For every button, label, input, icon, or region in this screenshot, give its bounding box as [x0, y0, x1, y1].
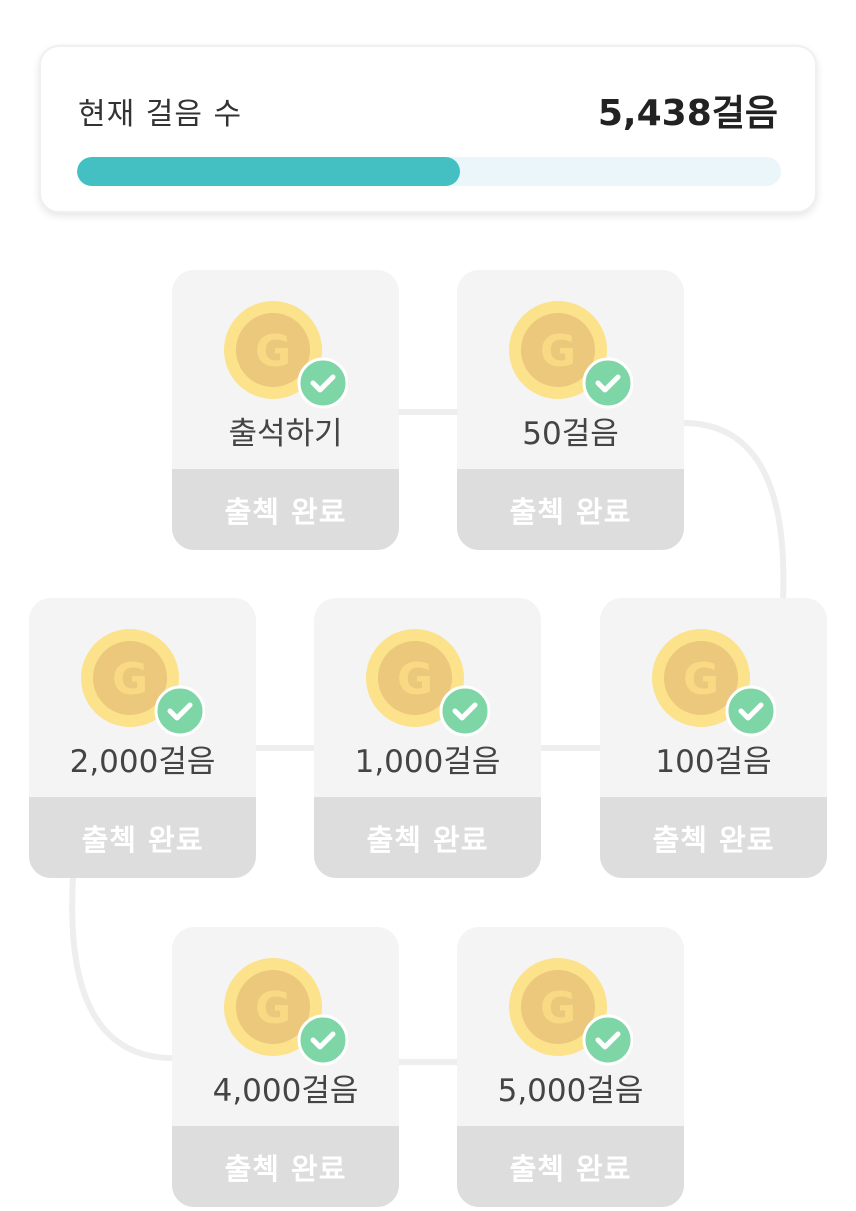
coin-g-icon: G [509, 301, 633, 409]
check-icon [297, 1014, 348, 1066]
reward-label: 5,000걸음 [497, 1073, 644, 1109]
reward-card-2000-steps[interactable]: G 2,000걸음 출첵 완료 [29, 598, 256, 878]
reward-status-button[interactable]: 출첵 완료 [457, 1126, 684, 1207]
reward-status-button[interactable]: 출첵 완료 [172, 1126, 399, 1207]
check-icon [439, 685, 490, 737]
reward-card-5000-steps[interactable]: G 5,000걸음 출첵 완료 [457, 927, 684, 1207]
reward-card-50-steps[interactable]: G 50걸음 출첵 완료 [457, 270, 684, 550]
check-icon [725, 685, 776, 737]
reward-label: 2,000걸음 [69, 744, 216, 780]
check-icon [582, 1014, 633, 1066]
reward-card-attendance[interactable]: G 출석하기 출첵 완료 [172, 270, 399, 550]
coin-g-icon: G [366, 629, 490, 737]
check-icon [582, 357, 633, 409]
reward-status-button[interactable]: 출첵 완료 [172, 469, 399, 550]
coin-g-icon: G [81, 629, 205, 737]
coin-g-icon: G [509, 958, 633, 1066]
reward-label: 4,000걸음 [212, 1073, 359, 1109]
reward-label: 1,000걸음 [354, 744, 501, 780]
coin-g-icon: G [224, 301, 348, 409]
check-icon [154, 685, 205, 737]
reward-status-button[interactable]: 출첵 완료 [314, 797, 541, 878]
reward-label: 100걸음 [655, 744, 772, 780]
coin-g-icon: G [224, 958, 348, 1066]
reward-card-100-steps[interactable]: G 100걸음 출첵 완료 [600, 598, 827, 878]
reward-card-1000-steps[interactable]: G 1,000걸음 출첵 완료 [314, 598, 541, 878]
reward-status-button[interactable]: 출첵 완료 [600, 797, 827, 878]
check-icon [297, 357, 348, 409]
coin-g-icon: G [652, 629, 776, 737]
reward-label: 50걸음 [522, 416, 619, 452]
reward-status-button[interactable]: 출첵 완료 [457, 469, 684, 550]
reward-status-button[interactable]: 출첵 완료 [29, 797, 256, 878]
reward-label: 출석하기 [228, 416, 343, 452]
reward-card-4000-steps[interactable]: G 4,000걸음 출첵 완료 [172, 927, 399, 1207]
